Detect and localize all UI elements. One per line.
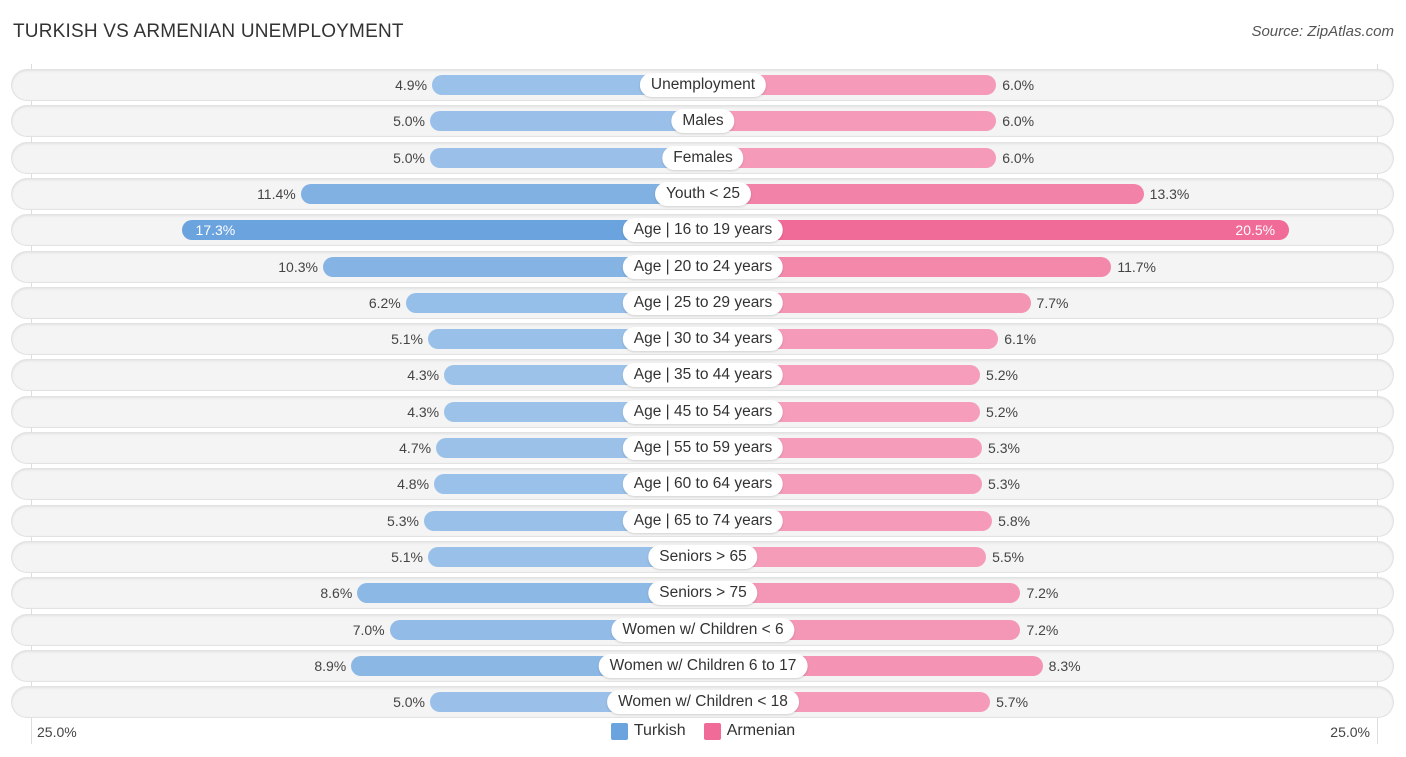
value-label-turkish: 4.7% [399, 440, 432, 456]
chart-row: 5.0% 6.0% Females [12, 142, 1393, 173]
value-label-turkish: 7.0% [352, 621, 385, 638]
value-label-armenian: 7.2% [1026, 621, 1059, 638]
value-label-turkish: 10.3% [278, 258, 318, 275]
value-label-turkish: 8.9% [314, 657, 347, 674]
legend-swatch-armenian [703, 722, 721, 740]
legend-label-armenian: Armenian [726, 722, 796, 739]
category-label: Age | 25 to 29 years [622, 290, 784, 315]
value-label-armenian: 5.7% [996, 694, 1029, 711]
category-label: Unemployment [639, 73, 767, 97]
value-label-armenian: 6.0% [1002, 113, 1035, 130]
legend-item-turkish[interactable]: Turkish [610, 722, 686, 740]
category-label: Age | 16 to 19 years [622, 218, 784, 243]
value-label-turkish: 4.3% [407, 367, 440, 384]
value-label-armenian: 5.5% [992, 548, 1025, 565]
value-label-turkish: 5.0% [393, 113, 425, 130]
value-label-armenian: 6.0% [1002, 77, 1035, 93]
chart-row: 8.6% 7.2% Seniors > 75 [12, 578, 1393, 609]
chart-row: 5.0% 5.7% Women w/ Children < 18 [12, 687, 1393, 718]
value-label-armenian: 6.1% [1004, 331, 1037, 348]
legend-label-turkish: Turkish [633, 722, 686, 739]
value-label-turkish: 5.3% [387, 512, 419, 529]
category-label: Women w/ Children < 18 [607, 690, 799, 715]
bar-armenian[interactable] [703, 147, 997, 168]
value-label-armenian: 6.0% [1002, 149, 1035, 166]
chart-row: 4.8% 5.3% Age | 60 to 64 years [12, 469, 1393, 500]
value-label-turkish: 5.0% [393, 694, 425, 711]
category-label: Women w/ Children < 6 [611, 617, 795, 642]
value-label-turkish: 4.9% [395, 77, 428, 93]
legend-swatch-turkish [610, 722, 628, 740]
value-label-armenian: 20.5% [1235, 222, 1276, 239]
bar-turkish[interactable] [430, 111, 703, 132]
value-label-armenian: 8.3% [1048, 657, 1081, 674]
category-label: Seniors > 75 [648, 581, 758, 606]
value-label-turkish: 5.1% [391, 331, 423, 348]
chart-row: 4.3% 5.2% Age | 45 to 54 years [12, 396, 1393, 427]
bar-armenian[interactable] [703, 183, 1144, 204]
value-label-turkish: 5.0% [393, 149, 425, 166]
value-label-turkish: 4.3% [407, 403, 440, 420]
value-label-armenian: 7.2% [1026, 585, 1059, 602]
category-label: Age | 60 to 64 years [622, 472, 784, 497]
chart-row: 4.3% 5.2% Age | 35 to 44 years [12, 360, 1393, 391]
chart-row: 17.3% 20.5% Age | 16 to 19 years [12, 215, 1393, 246]
category-label: Males [671, 109, 735, 134]
bar-armenian[interactable] [703, 220, 1290, 241]
chart-row: 7.0% 7.2% Women w/ Children < 6 [12, 614, 1393, 645]
value-label-armenian: 5.8% [998, 512, 1031, 529]
value-label-turkish: 8.6% [320, 585, 353, 602]
legend: Turkish Armenian [0, 722, 1406, 740]
chart-row: 8.9% 8.3% Women w/ Children 6 to 17 [12, 650, 1393, 681]
value-label-turkish: 17.3% [195, 222, 236, 239]
chart-row: 5.1% 6.1% Age | 30 to 34 years [12, 324, 1393, 355]
chart-row: 6.2% 7.7% Age | 25 to 29 years [12, 287, 1393, 318]
bar-armenian[interactable] [703, 111, 997, 132]
chart-row: 5.1% 5.5% Seniors > 65 [12, 541, 1393, 572]
category-label: Women w/ Children 6 to 17 [598, 653, 808, 678]
value-label-armenian: 5.2% [986, 367, 1018, 384]
value-label-turkish: 11.4% [257, 185, 296, 202]
category-label: Age | 35 to 44 years [622, 363, 784, 388]
source-label: Source: ZipAtlas.com [1251, 23, 1394, 40]
value-label-turkish: 4.8% [397, 476, 430, 493]
chart-row: 11.4% 13.3% Youth < 25 [12, 178, 1393, 209]
category-label: Age | 20 to 24 years [622, 254, 784, 279]
value-label-turkish: 5.1% [391, 548, 423, 565]
category-label: Age | 30 to 34 years [622, 327, 784, 352]
value-label-turkish: 6.2% [368, 294, 401, 311]
category-label: Age | 45 to 54 years [622, 399, 784, 424]
chart-row: 5.0% 6.0% Males [12, 106, 1393, 137]
chart-row: 5.3% 5.8% Age | 65 to 74 years [12, 505, 1393, 536]
chart-row: 4.7% 5.3% Age | 55 to 59 years [12, 433, 1393, 463]
bar-turkish[interactable] [300, 183, 703, 204]
category-label: Age | 65 to 74 years [622, 508, 784, 533]
category-label: Females [662, 145, 744, 170]
category-label: Youth < 25 [655, 181, 751, 206]
value-label-armenian: 11.7% [1117, 258, 1156, 275]
chart-row: 10.3% 11.7% Age | 20 to 24 years [12, 251, 1393, 282]
value-label-armenian: 13.3% [1149, 185, 1190, 202]
category-label: Seniors > 65 [648, 544, 758, 569]
value-label-armenian: 5.2% [986, 403, 1018, 420]
category-label: Age | 55 to 59 years [622, 436, 784, 460]
chart-title: TURKISH VS ARMENIAN UNEMPLOYMENT [13, 21, 404, 42]
chart-row: 4.9% 6.0% Unemployment [12, 70, 1393, 100]
value-label-armenian: 7.7% [1036, 294, 1069, 311]
value-label-armenian: 5.3% [988, 440, 1020, 456]
legend-item-armenian[interactable]: Armenian [703, 722, 796, 740]
value-label-armenian: 5.3% [988, 476, 1020, 493]
